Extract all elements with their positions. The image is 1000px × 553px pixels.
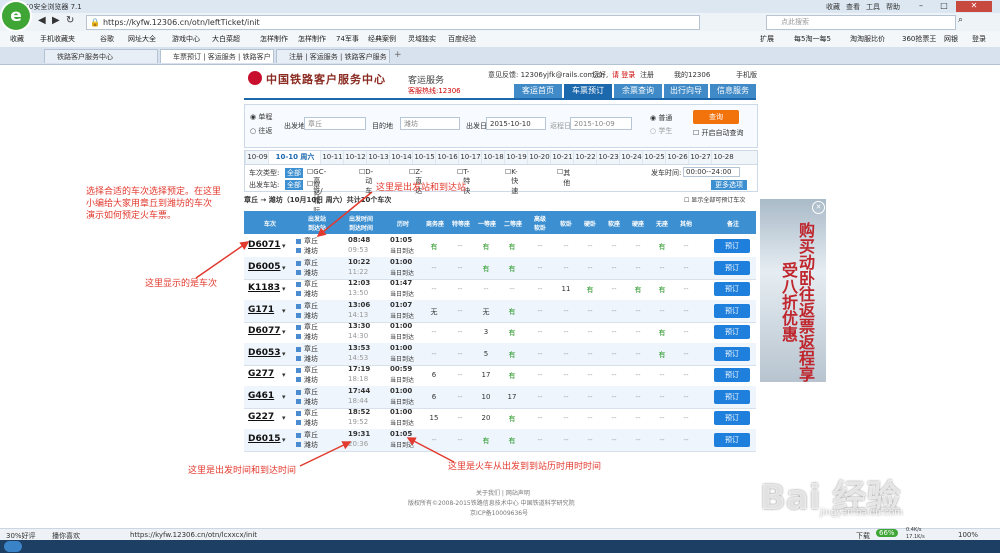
arrow-times [299,441,352,467]
status-pct[interactable]: 66% [876,529,898,537]
status-speed: 0.4K/s [906,527,922,533]
arrow-duration [406,437,455,463]
watermark-url: jingyan.baidu.com [820,508,904,518]
footer-copyright: 版权所有©2008-2015铁路信息技术中心 中国铁道科学研究院 [408,500,575,507]
arrow-train-no [195,241,250,279]
taskbar [0,540,1000,553]
footer-links[interactable]: 关于我们 | 网站声明 [476,488,530,497]
status-url: https://kyfw.12306.cn/otn/lcxxcx/init [130,531,258,539]
arrow-stations [316,191,373,237]
start-icon[interactable] [4,541,22,552]
status-zoom[interactable]: 100% [958,531,978,539]
footer-icp: 京ICP备10009636号 [470,510,529,517]
